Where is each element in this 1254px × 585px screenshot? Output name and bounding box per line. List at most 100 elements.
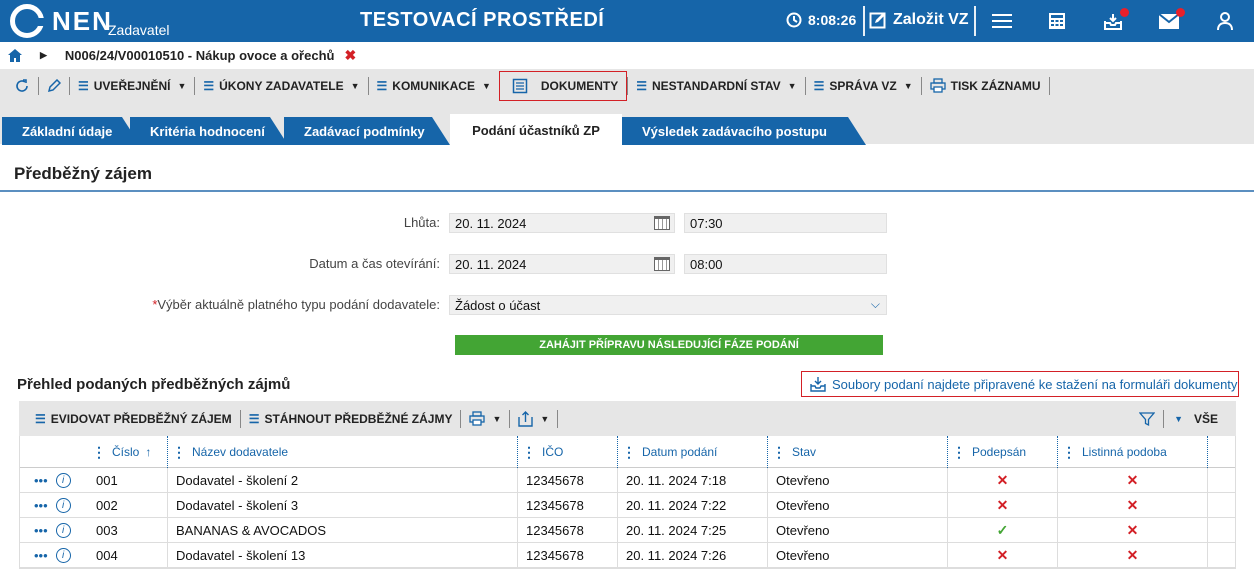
lhuta-time-field[interactable]: 07:30 — [684, 213, 887, 233]
filter-button[interactable] — [1131, 402, 1163, 435]
pencil-icon — [47, 78, 61, 92]
header-podepsan[interactable]: ⋮ Podepsán — [948, 436, 1058, 468]
more-icon[interactable]: ••• — [34, 548, 48, 563]
chevron-down-icon: ⌵ — [870, 297, 880, 311]
calculator-icon[interactable] — [1045, 10, 1069, 32]
nen-logo[interactable]: NEN — [10, 4, 113, 38]
refresh-icon — [16, 78, 28, 92]
zalozit-vz-button[interactable]: Založit VZ — [869, 11, 969, 29]
cell-datum: 20. 11. 2024 7:22 — [618, 493, 768, 518]
tab-podani-ucastniku[interactable]: Podání účastníků ZP — [450, 114, 622, 146]
more-icon[interactable]: ••• — [34, 473, 48, 488]
stahnout-button[interactable]: ☰ STÁHNOUT PŘEDBĚŽNÉ ZÁJMY — [241, 402, 461, 435]
list-action-icon: ☰ — [248, 411, 260, 426]
cross-icon: ✕ — [1126, 522, 1139, 538]
typ-podani-label-text: Výběr aktuálně platného typu podání doda… — [157, 297, 440, 312]
stahnout-label: STÁHNOUT PŘEDBĚŽNÉ ZÁJMY — [264, 411, 453, 426]
home-icon[interactable] — [8, 49, 22, 62]
table-row[interactable]: ••• i 002 Dodavatel - školení 3 12345678 … — [20, 493, 1235, 518]
header-listinna[interactable]: ⋮ Listinná podoba — [1058, 436, 1208, 468]
list-action-icon: ☰ — [813, 78, 825, 93]
typ-podani-label: *Výběr aktuálně platného typu podání dod… — [152, 297, 440, 312]
toolbar-divider — [1048, 76, 1050, 95]
dokumenty-button[interactable]: DOKUMENTY — [498, 70, 628, 101]
otevirani-label: Datum a čas otevírání: — [309, 256, 440, 271]
list-action-icon: ☰ — [78, 78, 89, 93]
tab-vysledek-zadavaciho-postupu[interactable]: Výsledek zadávacího postupu — [622, 117, 866, 145]
otevirani-date-field[interactable]: 20. 11. 2024 — [449, 254, 675, 274]
more-icon[interactable]: ••• — [34, 498, 48, 513]
logo-circle-icon — [10, 4, 45, 38]
komunikace-menu[interactable]: ☰ KOMUNIKACE ▼ — [369, 69, 499, 102]
list-action-icon: ☰ — [35, 411, 46, 426]
cell-stav: Otevřeno — [768, 468, 948, 493]
soubory-link[interactable]: Soubory podaní najdete připravené ke sta… — [801, 371, 1239, 397]
info-icon[interactable]: i — [55, 548, 71, 563]
submissions-table: ⋮ Číslo ↑ ⋮ Název dodavatele ⋮ IČO ⋮ Datum po… — [19, 436, 1236, 569]
header-ico[interactable]: ⋮ IČO — [518, 436, 618, 468]
header-cislo[interactable]: ⋮ Číslo ↑ — [88, 436, 168, 468]
sprava-vz-menu[interactable]: ☰ SPRÁVA VZ ▼ — [806, 69, 921, 102]
mail-icon[interactable] — [1157, 8, 1185, 32]
environment-title: TESTOVACÍ PROSTŘEDÍ — [360, 9, 605, 31]
user-icon[interactable] — [1213, 10, 1237, 32]
otevirani-time-field[interactable]: 08:00 — [684, 254, 887, 274]
topbar-divider — [863, 6, 865, 36]
tab-zakladni-udaje[interactable]: Základní údaje — [2, 117, 140, 145]
refresh-button[interactable] — [0, 69, 38, 102]
print-menu[interactable]: ▼ — [461, 402, 509, 435]
calendar-icon[interactable] — [654, 257, 670, 271]
cell-stav: Otevřeno — [768, 493, 948, 518]
header-datum[interactable]: ⋮ Datum podání — [618, 436, 768, 468]
menu-icon[interactable] — [990, 10, 1014, 32]
uverejneni-menu[interactable]: ☰ UVEŘEJNĚNÍ ▼ — [70, 69, 194, 102]
caret-down-icon: ▼ — [481, 80, 491, 91]
header-nazev[interactable]: ⋮ Název dodavatele — [168, 436, 518, 468]
table-row[interactable]: ••• i 004 Dodavatel - školení 13 12345678… — [20, 543, 1235, 568]
breadcrumb-path[interactable]: N006/24/V00010510 - Nákup ovoce a ořechů — [65, 48, 335, 63]
list-action-icon: ☰ — [376, 78, 388, 93]
header-datum-label: Datum podání — [642, 445, 718, 459]
lhuta-date-field[interactable]: 20. 11. 2024 — [449, 213, 675, 233]
tab-zadavaci-podminky[interactable]: Zadávací podmínky — [284, 117, 450, 145]
tisk-zaznamu-button[interactable]: TISK ZÁZNAMU — [922, 69, 1049, 102]
cross-icon: ✕ — [1126, 547, 1139, 563]
export-icon — [518, 410, 534, 427]
zahajit-pripravu-button[interactable]: ZAHÁJIT PŘÍPRAVU NÁSLEDUJÍCÍ FÁZE PODÁNÍ — [455, 335, 883, 355]
tab-bar: Základní údaje Kritéria hodnocení Zadáva… — [0, 102, 1254, 146]
header-listinna-label: Listinná podoba — [1082, 445, 1167, 459]
calendar-icon[interactable] — [654, 216, 670, 230]
main-toolbar: ☰ UVEŘEJNĚNÍ ▼ ☰ ÚKONY ZADAVATELE ▼ ☰ KOMU… — [0, 69, 1254, 102]
typ-podani-select[interactable]: Žádost o účast ⌵ — [449, 295, 887, 315]
document-icon — [512, 78, 528, 93]
tab-kriteria-hodnoceni[interactable]: Kritéria hodnocení — [130, 117, 288, 145]
export-menu[interactable]: ▼ — [510, 402, 557, 435]
view-select[interactable]: ▼ VŠE — [1164, 402, 1236, 435]
table-row[interactable]: ••• i 001 Dodavatel - školení 2 12345678 … — [20, 468, 1235, 493]
chevron-right-icon: ▶ — [40, 50, 47, 60]
cell-cislo: 004 — [88, 543, 168, 568]
cell-cislo: 001 — [88, 468, 168, 493]
evidovat-button[interactable]: ☰ EVIDOVAT PŘEDBĚŽNÝ ZÁJEM — [19, 402, 240, 435]
nestandardni-stav-menu[interactable]: ☰ NESTANDARDNÍ STAV ▼ — [628, 69, 804, 102]
lhuta-label: Lhůta: — [403, 215, 440, 230]
cell-datum: 20. 11. 2024 7:25 — [618, 518, 768, 543]
info-icon[interactable]: i — [55, 498, 71, 513]
lhuta-date-value: 20. 11. 2024 — [455, 215, 527, 231]
cross-icon: ✕ — [996, 497, 1009, 513]
info-icon[interactable]: i — [55, 473, 71, 488]
cell-ico: 12345678 — [518, 543, 618, 568]
header-nazev-label: Název dodavatele — [192, 445, 289, 459]
ukony-zadavatele-menu[interactable]: ☰ ÚKONY ZADAVATELE ▼ — [195, 69, 367, 102]
cell-nazev: Dodavatel - školení 13 — [168, 543, 518, 568]
header-podepsan-label: Podepsán — [972, 445, 1027, 459]
cross-icon: ✕ — [1126, 472, 1139, 488]
table-row[interactable]: ••• i 003 BANANAS & AVOCADOS 12345678 20.… — [20, 518, 1235, 543]
info-icon[interactable]: i — [55, 523, 71, 538]
header-stav[interactable]: ⋮ Stav — [768, 436, 948, 468]
inbox-icon[interactable] — [1101, 8, 1129, 32]
top-bar: NEN Zadavatel TESTOVACÍ PROSTŘEDÍ 8:08:2… — [0, 0, 1254, 42]
edit-button[interactable] — [39, 69, 69, 102]
more-icon[interactable]: ••• — [34, 523, 48, 538]
close-icon[interactable]: ✖ — [344, 47, 356, 64]
